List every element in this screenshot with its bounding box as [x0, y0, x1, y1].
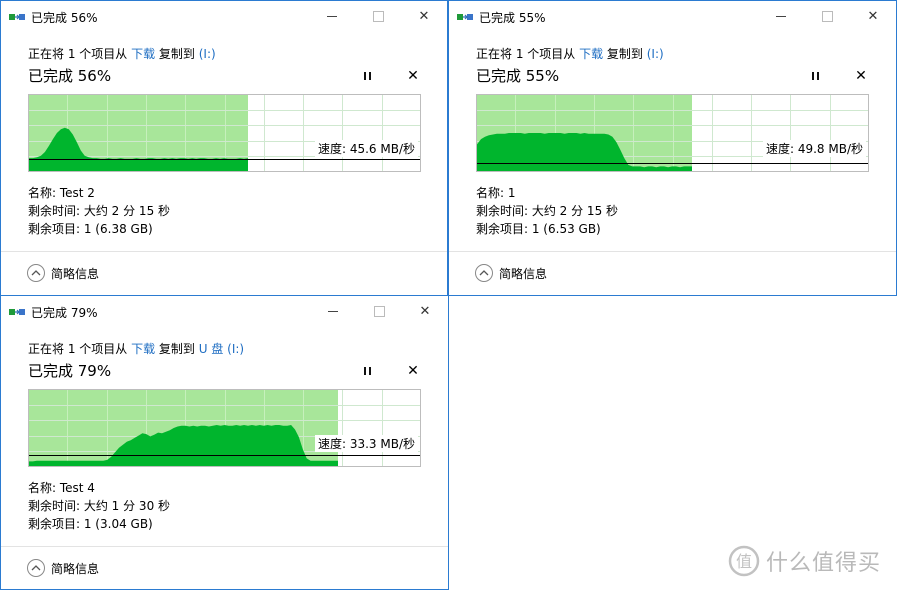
copy-description: 正在将 1 个项目从 下载 复制到 (I:) — [28, 45, 216, 62]
speed-graph: 速度: 45.6 MB/秒 — [28, 94, 421, 172]
copy-dialog-2: 已完成 55% ✕ 正在将 1 个项目从 下载 复制到 (I:) 已完成 55%… — [448, 0, 897, 296]
description-prefix: 正在将 1 个项目从 — [476, 47, 580, 61]
close-icon: ✕ — [419, 304, 431, 319]
chevron-up-icon — [27, 264, 45, 282]
window-title: 已完成 79% — [31, 306, 98, 320]
stop-button[interactable]: ✕ — [403, 361, 423, 381]
copy-dialog-1: 已完成 56% ✕ 正在将 1 个项目从 下载 复制到 (I:) 已完成 56%… — [0, 0, 448, 296]
source-link[interactable]: 下载 — [131, 342, 155, 356]
fewer-details-button[interactable]: 简略信息 — [475, 264, 547, 282]
copy-description: 正在将 1 个项目从 下载 复制到 U 盘 (I:) — [28, 340, 244, 357]
speed-graph-svg — [476, 94, 869, 172]
speed-label: 速度: 49.8 MB/秒 — [762, 140, 866, 157]
maximize-button[interactable] — [804, 1, 850, 32]
close-button[interactable]: ✕ — [850, 1, 896, 32]
file-name: 名称: 1 — [476, 186, 516, 200]
speed-graph-svg — [28, 389, 421, 467]
watermark: 值 什么值得买 — [728, 545, 881, 577]
maximize-button[interactable] — [356, 296, 402, 327]
copy-description: 正在将 1 个项目从 下载 复制到 (I:) — [476, 45, 664, 62]
destination-link[interactable]: U 盘 (I:) — [199, 342, 244, 356]
file-name: 名称: Test 2 — [28, 186, 95, 200]
items-remaining: 剩余项目: 1 (6.53 GB) — [476, 222, 601, 236]
close-icon: ✕ — [867, 9, 879, 24]
file-name: 名称: Test 4 — [28, 481, 95, 495]
pause-icon — [362, 364, 372, 378]
destination-link[interactable]: (I:) — [199, 47, 216, 61]
window-title: 已完成 56% — [31, 11, 98, 25]
time-remaining: 剩余时间: 大约 1 分 30 秒 — [28, 499, 171, 513]
stop-button[interactable]: ✕ — [851, 66, 871, 86]
fewer-details-button[interactable]: 简略信息 — [27, 264, 99, 282]
stop-button[interactable]: ✕ — [403, 66, 423, 86]
minimize-icon — [776, 16, 786, 17]
description-mid: 复制到 — [155, 342, 199, 356]
close-icon: ✕ — [418, 9, 430, 24]
zhi-logo-icon: 值 — [728, 545, 760, 577]
footer: 简略信息 — [449, 251, 896, 297]
title-bar[interactable]: 已完成 55% ✕ — [449, 1, 896, 32]
fewer-details-label: 简略信息 — [499, 266, 548, 281]
minimize-icon — [328, 311, 338, 312]
speed-graph-svg — [28, 94, 421, 172]
copy-dialog-3: 已完成 79% ✕ 正在将 1 个项目从 下载 复制到 U 盘 (I:) 已完成… — [0, 295, 449, 590]
stop-icon: ✕ — [407, 363, 419, 379]
title-bar[interactable]: 已完成 56% ✕ — [1, 1, 447, 32]
source-link[interactable]: 下载 — [579, 47, 603, 61]
maximize-icon — [373, 306, 385, 317]
close-button[interactable]: ✕ — [402, 296, 448, 327]
chevron-up-icon — [27, 559, 45, 577]
speed-graph: 速度: 33.3 MB/秒 — [28, 389, 421, 467]
progress-status: 已完成 55% — [476, 67, 560, 85]
minimize-button[interactable] — [758, 1, 804, 32]
copy-transfer-icon — [9, 309, 25, 315]
svg-text:值: 值 — [736, 552, 752, 571]
fewer-details-button[interactable]: 简略信息 — [27, 559, 99, 577]
progress-status: 已完成 56% — [28, 67, 112, 85]
description-mid: 复制到 — [155, 47, 199, 61]
maximize-icon — [821, 11, 833, 22]
maximize-icon — [372, 11, 384, 22]
details: 名称: Test 4 剩余时间: 大约 1 分 30 秒 剩余项目: 1 (3.… — [28, 479, 170, 533]
description-mid: 复制到 — [603, 47, 647, 61]
pause-icon — [810, 69, 820, 83]
time-remaining: 剩余时间: 大约 2 分 15 秒 — [28, 204, 171, 218]
title-bar[interactable]: 已完成 79% ✕ — [1, 296, 448, 327]
chevron-up-icon — [475, 264, 493, 282]
footer: 简略信息 — [1, 546, 448, 592]
minimize-button[interactable] — [310, 296, 356, 327]
time-remaining: 剩余时间: 大约 2 分 15 秒 — [476, 204, 619, 218]
window-title: 已完成 55% — [479, 11, 546, 25]
pause-button[interactable] — [357, 67, 377, 85]
maximize-button[interactable] — [355, 1, 401, 32]
destination-link[interactable]: (I:) — [647, 47, 664, 61]
items-remaining: 剩余项目: 1 (3.04 GB) — [28, 517, 153, 531]
items-remaining: 剩余项目: 1 (6.38 GB) — [28, 222, 153, 236]
minimize-button[interactable] — [309, 1, 355, 32]
pause-icon — [362, 69, 372, 83]
speed-label: 速度: 45.6 MB/秒 — [314, 140, 418, 157]
fewer-details-label: 简略信息 — [51, 266, 100, 281]
stop-icon: ✕ — [407, 68, 419, 84]
speed-label: 速度: 33.3 MB/秒 — [314, 435, 418, 452]
stop-icon: ✕ — [855, 68, 867, 84]
details: 名称: 1 剩余时间: 大约 2 分 15 秒 剩余项目: 1 (6.53 GB… — [476, 184, 618, 238]
minimize-icon — [327, 16, 337, 17]
footer: 简略信息 — [1, 251, 447, 297]
source-link[interactable]: 下载 — [131, 47, 155, 61]
copy-transfer-icon — [457, 14, 473, 20]
copy-transfer-icon — [9, 14, 25, 20]
progress-status: 已完成 79% — [28, 362, 112, 380]
description-prefix: 正在将 1 个项目从 — [28, 47, 132, 61]
fewer-details-label: 简略信息 — [51, 561, 100, 576]
pause-button[interactable] — [805, 67, 825, 85]
watermark-text: 什么值得买 — [766, 551, 882, 576]
description-prefix: 正在将 1 个项目从 — [28, 342, 132, 356]
speed-graph: 速度: 49.8 MB/秒 — [476, 94, 869, 172]
close-button[interactable]: ✕ — [401, 1, 447, 32]
details: 名称: Test 2 剩余时间: 大约 2 分 15 秒 剩余项目: 1 (6.… — [28, 184, 170, 238]
pause-button[interactable] — [357, 362, 377, 380]
